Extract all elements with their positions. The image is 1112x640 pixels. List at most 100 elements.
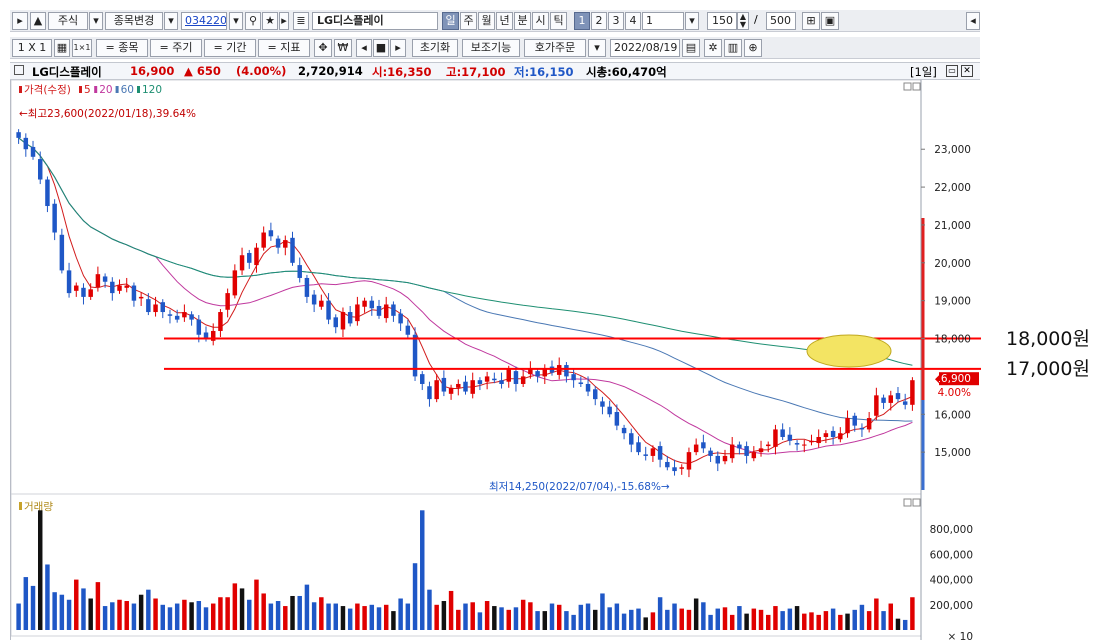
volume-bar <box>412 563 418 630</box>
market-select[interactable]: 주식 <box>48 12 88 30</box>
add-window-icon[interactable]: ⊞ <box>802 12 820 30</box>
maximize-icon[interactable]: ▭ <box>946 65 958 77</box>
candle-body <box>110 281 115 294</box>
period-value-input[interactable]: 1 <box>642 12 684 30</box>
candle-body <box>304 277 310 297</box>
legend-price-marker <box>19 86 22 93</box>
stop-icon[interactable]: ■ <box>373 39 389 57</box>
code-dropdown-icon[interactable]: ▾ <box>229 12 243 30</box>
volume-bar <box>311 602 317 630</box>
prev-icon[interactable]: ◂ <box>356 39 372 57</box>
info-price: 16,900 <box>130 64 175 78</box>
candle-body <box>138 296 144 299</box>
candle-body <box>513 371 519 384</box>
side-toggle-icon[interactable]: ◂ <box>966 12 980 30</box>
change-stock-button[interactable]: 종목변경 <box>105 12 163 30</box>
grid-layout-icon[interactable]: ▦ <box>54 39 70 57</box>
volume-bar <box>657 597 663 630</box>
tab-period-hour[interactable]: 시 <box>532 12 549 30</box>
layout-button[interactable]: 1 X 1 <box>12 39 52 57</box>
volume-bar <box>506 609 511 630</box>
star-icon[interactable]: ★ <box>262 12 278 30</box>
candle-body <box>593 389 598 400</box>
volume-bar <box>910 597 915 630</box>
single-layout-icon[interactable]: 1×1 <box>72 39 92 57</box>
count-stepper[interactable]: ▲ ▼ <box>737 12 749 30</box>
candle-body <box>326 300 331 320</box>
volume-bar <box>210 603 216 630</box>
currency-icon[interactable]: ₩ <box>334 39 352 57</box>
expand-panel-icon[interactable]: ▸ <box>12 12 28 30</box>
candle-body <box>434 380 439 400</box>
max-count-field[interactable]: 500 <box>766 12 796 30</box>
candle-body <box>845 418 850 434</box>
candle-body <box>802 444 807 446</box>
volume-bar <box>340 606 346 630</box>
tab-num-4[interactable]: 4 <box>625 12 641 30</box>
tab-period-week[interactable]: 주 <box>460 12 477 30</box>
candle-body <box>773 429 778 447</box>
volume-bar <box>542 611 548 630</box>
candle-body <box>95 274 101 288</box>
tab-period-minute[interactable]: 분 <box>514 12 531 30</box>
tab-num-2[interactable]: 2 <box>591 12 607 30</box>
candle-body <box>657 446 663 460</box>
candle-body <box>708 450 713 456</box>
range-button[interactable]: = 기간 <box>204 39 256 57</box>
period-tag: [1일] <box>910 65 937 79</box>
volume-bar <box>888 603 894 630</box>
price-volume-chart[interactable]: 가격(수정) 5 20 60 120거래량 16,9004.00%←최고23,600(2… <box>10 79 1001 640</box>
tab-period-day[interactable]: 일 <box>442 12 459 30</box>
candle-body <box>102 276 108 282</box>
cycle-button[interactable]: = 주기 <box>150 39 202 57</box>
market-dropdown-icon[interactable]: ▾ <box>89 12 103 30</box>
change-stock-dropdown-icon[interactable]: ▾ <box>164 12 178 30</box>
display-count-input[interactable]: 150 <box>707 12 737 30</box>
tab-period-tick[interactable]: 틱 <box>550 12 567 30</box>
candle-body <box>463 381 468 392</box>
candle-body <box>247 252 252 263</box>
chart-settings-icon[interactable]: ▥ <box>724 39 742 57</box>
search-icon[interactable]: ⚲ <box>245 12 261 30</box>
indicator-button[interactable]: = 지표 <box>258 39 310 57</box>
reset-button[interactable]: 초기화 <box>412 39 458 57</box>
close-icon[interactable]: ✕ <box>961 65 973 77</box>
date-field[interactable]: 2022/08/19 <box>610 39 680 57</box>
save-icon[interactable]: ▣ <box>821 12 839 30</box>
period-value-dropdown-icon[interactable]: ▾ <box>685 12 699 30</box>
volume-bar <box>902 619 908 630</box>
order-dropdown-icon[interactable]: ▾ <box>588 39 606 57</box>
gear-icon[interactable]: ✲ <box>704 39 722 57</box>
stock-info-icon[interactable]: ≣ <box>293 12 309 30</box>
zoom-icon[interactable]: ⊕ <box>744 39 762 57</box>
volume-bar <box>578 604 584 630</box>
next-icon[interactable]: ▸ <box>390 39 406 57</box>
tab-period-month[interactable]: 월 <box>478 12 495 30</box>
order-button[interactable]: 호가주문 <box>524 39 586 57</box>
legend-ma120-marker <box>137 86 140 93</box>
tab-num-1[interactable]: 1 <box>574 12 590 30</box>
candle-body <box>816 436 821 444</box>
aux-functions-button[interactable]: 보조기능 <box>462 39 520 57</box>
legend-ma120: 120 <box>142 84 162 96</box>
move-icon[interactable]: ✥ <box>314 39 332 57</box>
toolbar-top: ▸ ▲ 주식 ▾ 종목변경 ▾ 034220 ▾ ⚲ ★ ▸ ≣ LG디스플레이… <box>10 10 980 32</box>
candle-body <box>420 374 425 384</box>
next-arrow-icon[interactable]: ▸ <box>279 12 289 30</box>
calendar-icon[interactable]: ▤ <box>682 39 700 57</box>
volume-bar <box>665 609 670 630</box>
stock-code-input[interactable]: 034220 <box>181 12 227 30</box>
volume-bar <box>254 579 259 630</box>
checkbox-icon[interactable] <box>14 65 24 75</box>
volume-bar <box>456 609 461 630</box>
tab-period-year[interactable]: 년 <box>496 12 513 30</box>
price-tick-label: 22,000 <box>934 182 971 194</box>
volume-bar <box>477 612 483 630</box>
tab-num-3[interactable]: 3 <box>608 12 624 30</box>
volume-bar <box>838 614 843 630</box>
chevron-up-icon[interactable]: ▲ <box>30 12 46 30</box>
volume-bar <box>881 611 886 630</box>
stock-button[interactable]: = 종목 <box>96 39 148 57</box>
volume-bar <box>874 598 879 630</box>
volume-tick-label: 200,000 <box>930 600 973 612</box>
